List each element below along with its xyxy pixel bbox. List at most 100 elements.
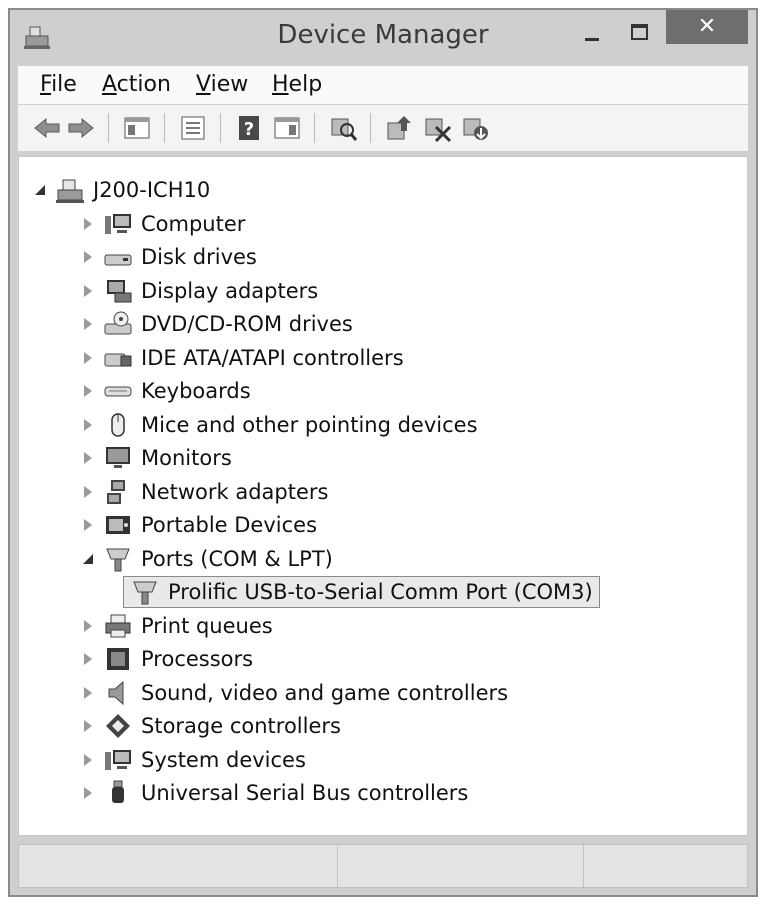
close-button[interactable]: ✕	[666, 10, 748, 44]
tree-item-monitors[interactable]: Monitors	[81, 443, 232, 473]
tree-item-network-adapters[interactable]: Network adapters	[81, 477, 328, 507]
toolbar-separator	[164, 113, 165, 143]
disk-drive-icon	[104, 254, 132, 266]
tree-item-label: System devices	[141, 748, 306, 772]
toolbar-separator	[220, 113, 221, 143]
selected-highlight[interactable]: Prolific USB-to-Serial Comm Port (COM3)	[123, 576, 600, 608]
expand-icon[interactable]	[81, 249, 95, 265]
expand-collapse-icon[interactable]	[33, 182, 47, 198]
expand-icon[interactable]	[81, 383, 95, 399]
toolbar-separator	[314, 113, 315, 143]
status-bar	[18, 844, 748, 888]
network-adapter-icon	[107, 480, 125, 504]
tree-item-label: Computer	[141, 212, 246, 236]
printer-icon	[105, 614, 131, 638]
forward-icon[interactable]	[66, 113, 96, 143]
tree-item-sound-video[interactable]: Sound, video and game controllers	[81, 678, 508, 708]
port-icon	[106, 548, 130, 572]
tree-item-mice[interactable]: Mice and other pointing devices	[81, 410, 478, 440]
collapse-icon[interactable]	[81, 551, 95, 567]
processor-icon	[107, 648, 129, 670]
tree-item-label: Network adapters	[141, 480, 329, 504]
tree-item-portable-devices[interactable]: Portable Devices	[81, 510, 317, 540]
tree-item-label: Storage controllers	[141, 714, 341, 738]
disable-device-icon[interactable]	[422, 113, 452, 143]
tree-item-label: Universal Serial Bus controllers	[141, 781, 469, 805]
menu-bar: File Action View Help	[18, 66, 748, 104]
help-icon[interactable]: ?	[234, 113, 264, 143]
uninstall-device-icon[interactable]	[460, 113, 490, 143]
expand-icon[interactable]	[81, 316, 95, 332]
computer-icon	[105, 214, 131, 234]
maximize-button[interactable]	[618, 18, 662, 48]
show-hide-console-tree-icon[interactable]	[122, 113, 152, 143]
tree-item-print-queues[interactable]: Print queues	[81, 611, 273, 641]
keyboard-icon	[104, 386, 132, 397]
properties-icon[interactable]	[178, 113, 208, 143]
storage-controller-icon	[106, 714, 130, 738]
tree-item-keyboards[interactable]: Keyboards	[81, 376, 251, 406]
usb-icon	[112, 780, 124, 803]
menu-view[interactable]: View	[196, 72, 248, 97]
tree-item-label: Display adapters	[141, 279, 319, 303]
dvd-drive-icon	[104, 311, 132, 335]
status-cell	[337, 845, 584, 887]
tree-item-label: Mice and other pointing devices	[141, 413, 478, 437]
tree-item-usb-controllers[interactable]: Universal Serial Bus controllers	[81, 778, 468, 808]
tree-item-ports[interactable]: Ports (COM & LPT)	[81, 544, 333, 574]
computer-root-icon	[56, 179, 84, 203]
tree-root-label: J200-ICH10	[93, 178, 211, 202]
update-driver-icon[interactable]	[384, 113, 414, 143]
expand-icon[interactable]	[81, 350, 95, 366]
toolbar-separator	[108, 113, 109, 143]
close-icon: ✕	[697, 14, 717, 39]
status-cell	[19, 845, 338, 887]
expand-icon[interactable]	[81, 450, 95, 466]
serial-port-icon	[133, 581, 157, 605]
expand-icon[interactable]	[81, 618, 95, 634]
tree-item-prolific-serial-port[interactable]: Prolific USB-to-Serial Comm Port (COM3)	[123, 576, 600, 608]
expand-icon[interactable]	[81, 785, 95, 801]
device-manager-window: Device Manager ✕ File Action View Help ?…	[8, 8, 758, 897]
menu-help[interactable]: Help	[272, 72, 322, 97]
expand-icon[interactable]	[81, 752, 95, 768]
tree-item-label: Ports (COM & LPT)	[141, 547, 333, 571]
menu-file[interactable]: File	[40, 72, 77, 97]
expand-icon[interactable]	[81, 651, 95, 667]
scan-hardware-icon[interactable]	[328, 113, 358, 143]
back-icon[interactable]	[32, 113, 62, 143]
tree-item-disk-drives[interactable]: Disk drives	[81, 242, 257, 272]
monitor-icon	[106, 447, 130, 468]
minimize-button[interactable]	[570, 18, 614, 48]
tree-item-computer[interactable]: Computer	[81, 209, 245, 239]
expand-icon[interactable]	[81, 417, 95, 433]
show-action-pane-icon[interactable]	[272, 113, 302, 143]
tree-item-display-adapters[interactable]: Display adapters	[81, 276, 318, 306]
svg-text:?: ?	[244, 119, 254, 140]
tree-item-label: Sound, video and game controllers	[141, 681, 509, 705]
tree-item-label: Prolific USB-to-Serial Comm Port (COM3)	[168, 580, 593, 604]
expand-icon[interactable]	[81, 216, 95, 232]
mouse-icon	[111, 413, 125, 437]
expand-icon[interactable]	[81, 517, 95, 533]
expand-icon[interactable]	[81, 283, 95, 299]
menu-action[interactable]: Action	[102, 72, 171, 97]
toolbar-separator	[370, 113, 371, 143]
tree-item-label: DVD/CD-ROM drives	[141, 312, 353, 336]
device-tree[interactable]: J200-ICH10 Computer Disk drives Display …	[18, 156, 748, 836]
tree-item-dvd-drives[interactable]: DVD/CD-ROM drives	[81, 309, 353, 339]
tree-item-label: Monitors	[141, 446, 232, 470]
title-bar[interactable]: Device Manager ✕	[10, 10, 756, 66]
tree-item-processors[interactable]: Processors	[81, 644, 253, 674]
tree-item-system-devices[interactable]: System devices	[81, 745, 306, 775]
tree-root[interactable]: J200-ICH10	[33, 175, 210, 205]
display-adapter-icon	[107, 280, 132, 303]
tree-item-label: Keyboards	[141, 379, 251, 403]
tree-item-storage-controllers[interactable]: Storage controllers	[81, 711, 341, 741]
expand-icon[interactable]	[81, 685, 95, 701]
expand-icon[interactable]	[81, 484, 95, 500]
speaker-icon	[108, 680, 124, 706]
tree-item-label: Processors	[141, 647, 254, 671]
expand-icon[interactable]	[81, 718, 95, 734]
tree-item-ide-controllers[interactable]: IDE ATA/ATAPI controllers	[81, 343, 404, 373]
